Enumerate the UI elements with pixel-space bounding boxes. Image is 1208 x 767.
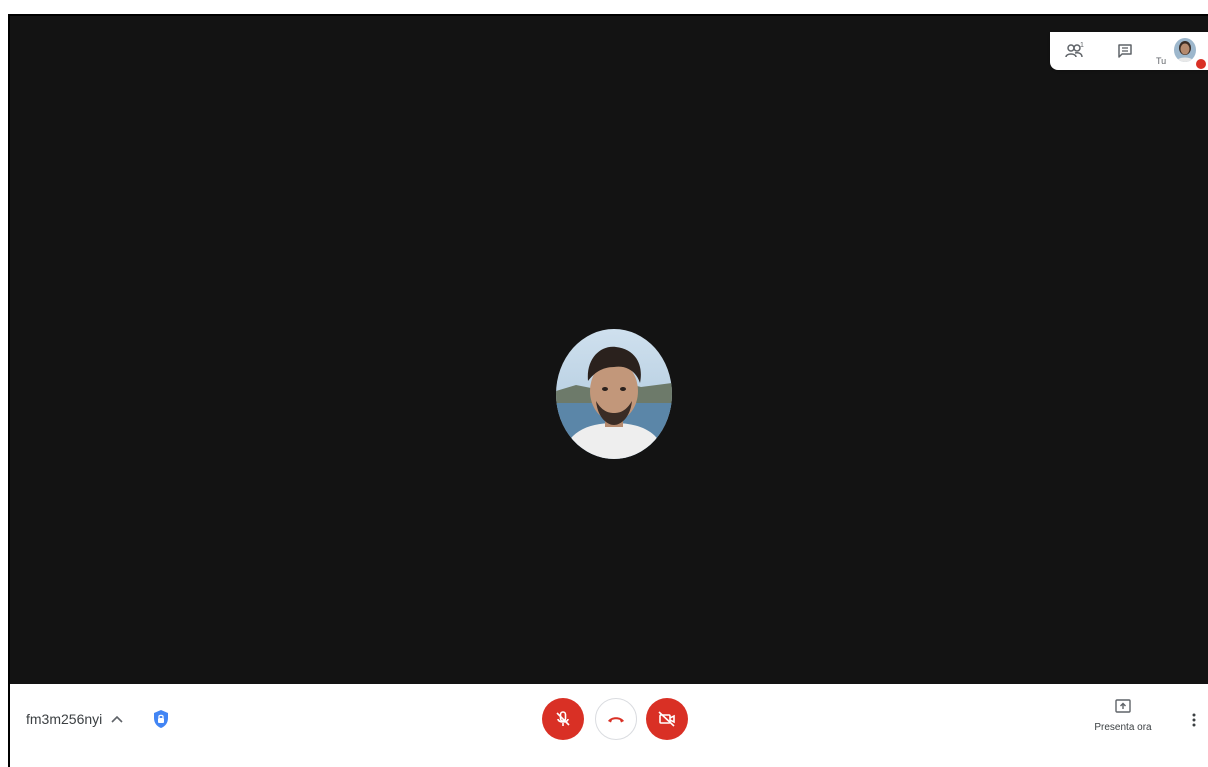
meet-window: 1 Tu fm3m256nyi Presenta ora — [8, 14, 1208, 767]
people-icon: 1 — [1065, 42, 1084, 58]
bottom-bar: fm3m256nyi Presenta ora — [10, 684, 1208, 767]
more-options-button[interactable] — [1186, 710, 1202, 730]
present-to-all-icon — [1115, 699, 1131, 713]
top-panel: 1 Tu — [1050, 32, 1208, 70]
meeting-code: fm3m256nyi — [26, 711, 103, 727]
participant-avatar — [556, 329, 672, 459]
camera-toggle-button[interactable] — [646, 698, 688, 740]
leave-call-button[interactable] — [595, 698, 637, 740]
video-stage: 1 Tu — [10, 16, 1208, 684]
chat-icon — [1118, 44, 1132, 58]
videocam-off-icon — [658, 711, 675, 727]
chevron-up-icon — [110, 712, 124, 726]
people-button[interactable]: 1 — [1064, 40, 1086, 62]
present-now-button[interactable]: Presenta ora — [1088, 698, 1158, 733]
present-now-label: Presenta ora — [1094, 722, 1152, 733]
shield-lock-icon[interactable] — [150, 708, 172, 730]
more-vert-icon — [1192, 713, 1196, 727]
chat-button[interactable] — [1114, 40, 1136, 62]
mic-off-icon — [556, 711, 570, 726]
meeting-details-button[interactable]: fm3m256nyi — [26, 711, 124, 727]
mic-toggle-button[interactable] — [542, 698, 584, 740]
user-avatar[interactable] — [1174, 38, 1196, 62]
self-label: Tu — [1156, 56, 1167, 66]
people-count: 1 — [1080, 42, 1084, 49]
mic-muted-indicator — [1196, 59, 1206, 69]
call-end-icon — [608, 717, 624, 723]
